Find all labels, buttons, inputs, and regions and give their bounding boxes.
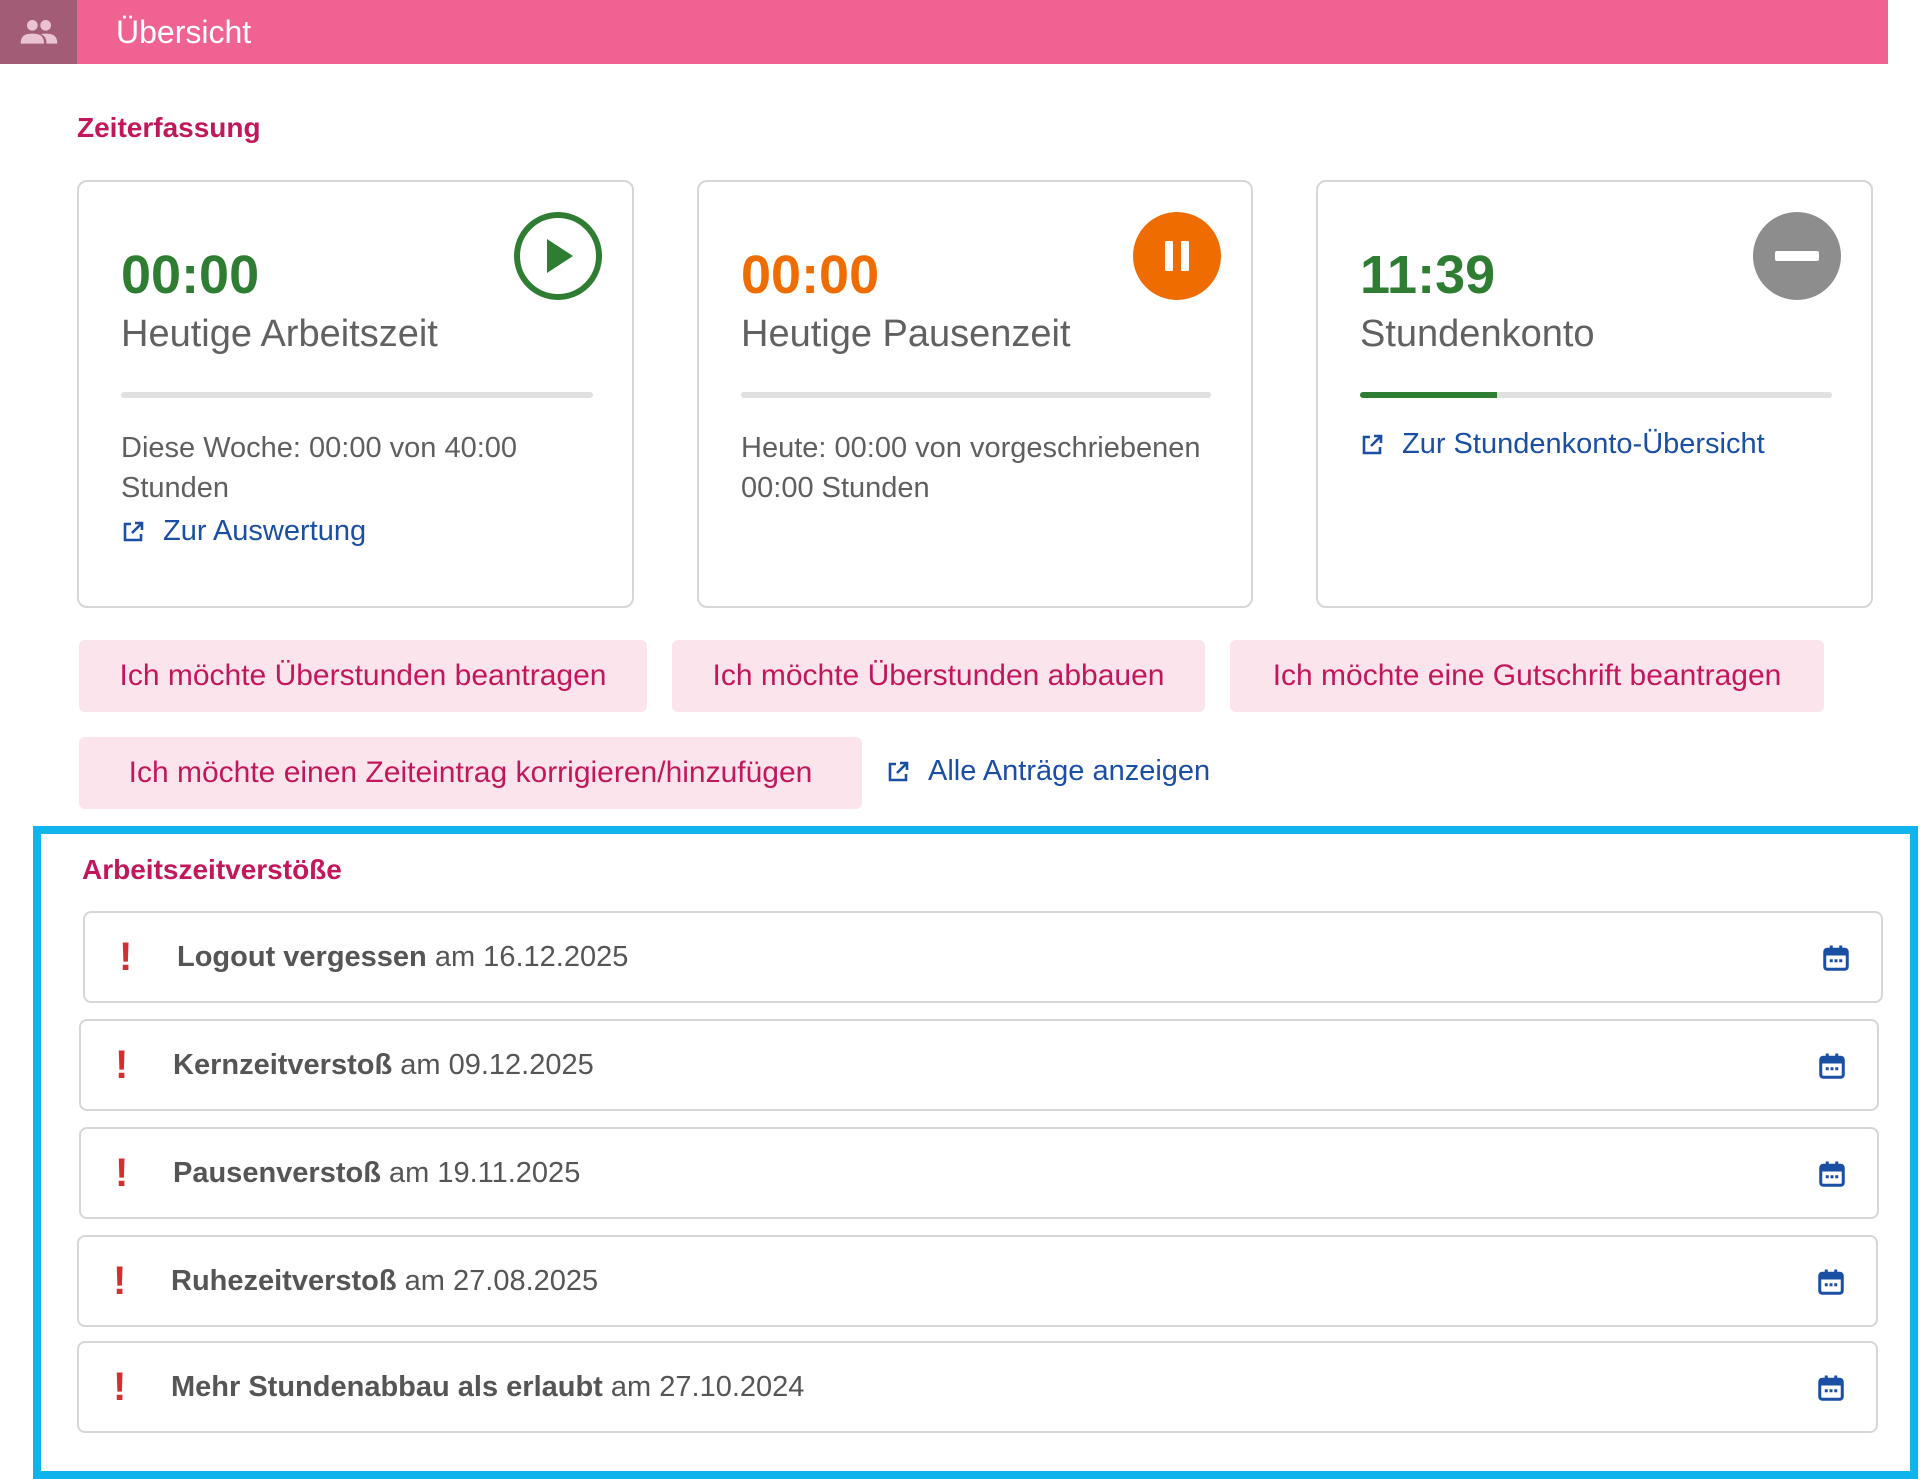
pausenzeit-progress [741,392,1211,398]
correct-time-entry-button[interactable]: Ich möchte einen Zeiteintrag korrigieren… [79,737,862,809]
exclamation-icon: ! [113,1259,127,1303]
external-link-icon [888,761,909,781]
people-icon [20,20,57,44]
card-arbeitszeit: 00:00 Heutige Arbeitszeit Diese Woche: 0… [77,180,634,608]
violation-row[interactable]: ! Pausenverstoß am 19.11.2025 [79,1127,1879,1219]
stundenkonto-uebersicht-label: Zur Stundenkonto-Übersicht [1402,428,1765,460]
section-title-zeiterfassung: Zeiterfassung [77,112,261,143]
violation-row[interactable]: ! Mehr Stundenabbau als erlaubt am 27.10… [77,1341,1878,1433]
play-icon [547,239,573,273]
violation-date: am 09.12.2025 [400,1048,594,1081]
arbeitszeit-value: 00:00 [121,245,260,305]
all-requests-label: Alle Anträge anzeigen [928,755,1211,787]
violation-type: Pausenverstoß [173,1156,381,1189]
stundenkonto-progress [1360,392,1832,398]
request-overtime-button[interactable]: Ich möchte Überstunden beantragen [79,640,647,712]
violation-type: Logout vergessen [177,940,427,973]
page-title: Übersicht [116,13,252,50]
exclamation-icon: ! [119,935,133,979]
stundenkonto-status-button[interactable] [1753,212,1841,300]
violation-type: Kernzeitverstoß [173,1048,393,1081]
pause-icon [1165,241,1189,271]
request-credit-button[interactable]: Ich möchte eine Gutschrift beantragen [1230,640,1824,712]
calendar-icon[interactable] [1821,943,1851,973]
violation-row[interactable]: ! Kernzeitverstoß am 09.12.2025 [79,1019,1879,1111]
calendar-icon[interactable] [1817,1051,1847,1081]
violations-section: Arbeitszeitverstöße ! Logout vergessen a… [33,826,1918,1479]
violation-type: Ruhezeitverstoß [171,1264,397,1297]
violation-row[interactable]: ! Ruhezeitverstoß am 27.08.2025 [77,1235,1878,1327]
pause-summary-text: Heute: 00:00 von vorgeschriebenen 00:00 … [741,432,1201,504]
stundenkonto-label: Stundenkonto [1360,313,1595,355]
stundenkonto-value: 11:39 [1360,245,1496,305]
violation-date: am 16.12.2025 [434,940,629,973]
card-stundenkonto: 11:39 Stundenkonto Zur Stundenkonto-Über… [1316,180,1873,608]
arbeitszeit-label: Heutige Arbeitszeit [121,313,438,355]
pausenzeit-value: 00:00 [741,245,880,305]
violation-date: am 27.10.2024 [610,1370,805,1403]
exclamation-icon: ! [115,1043,129,1087]
reduce-overtime-button[interactable]: Ich möchte Überstunden abbauen [672,640,1205,712]
zur-auswertung-link[interactable]: Zur Auswertung [121,515,366,548]
calendar-icon[interactable] [1816,1373,1846,1403]
external-link-icon [1362,434,1383,454]
arbeitszeit-progress [121,392,593,398]
pausenzeit-label: Heutige Pausenzeit [741,313,1071,355]
exclamation-icon: ! [113,1365,127,1409]
exclamation-icon: ! [115,1151,129,1195]
violation-date: am 19.11.2025 [388,1156,581,1189]
violation-type: Mehr Stundenabbau als erlaubt [171,1370,603,1403]
external-link-icon [123,521,144,541]
violation-row[interactable]: ! Logout vergessen am 16.12.2025 [83,911,1883,1003]
card-pausenzeit: 00:00 Heutige Pausenzeit Heute: 00:00 vo… [697,180,1253,608]
minus-icon [1775,251,1819,261]
stundenkonto-uebersicht-link[interactable]: Zur Stundenkonto-Übersicht [1360,428,1765,461]
all-requests-link[interactable]: Alle Anträge anzeigen [886,755,1210,788]
week-summary-text: Diese Woche: 00:00 von 40:00 Stunden [121,432,518,504]
calendar-icon[interactable] [1817,1159,1847,1189]
start-work-button[interactable] [514,212,602,300]
app-header: Übersicht [0,0,1888,64]
header-icon-button[interactable] [0,0,77,64]
section-title-violations: Arbeitszeitverstöße [82,854,342,885]
zur-auswertung-label: Zur Auswertung [163,515,367,547]
calendar-icon[interactable] [1816,1267,1846,1297]
violation-date: am 27.08.2025 [404,1264,599,1297]
pause-button[interactable] [1133,212,1221,300]
